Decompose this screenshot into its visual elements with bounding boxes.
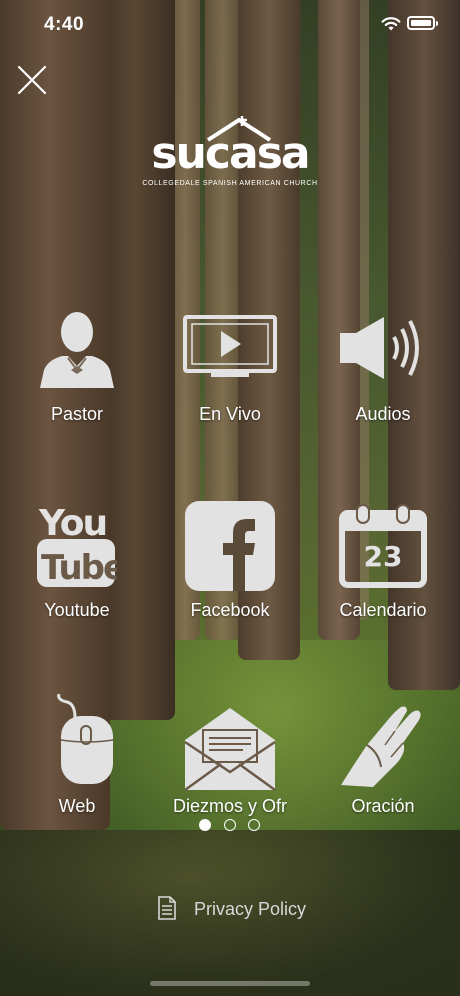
menu-item-label: Diezmos y Ofr bbox=[172, 796, 287, 816]
menu-item-youtube[interactable]: You Tube Youtube bbox=[2, 496, 152, 626]
facebook-icon bbox=[184, 500, 276, 592]
logo-wordmark: sucasa bbox=[151, 128, 310, 179]
menu-item-label: Facebook bbox=[190, 600, 270, 620]
calendar-icon: 23 bbox=[338, 500, 428, 590]
home-indicator[interactable] bbox=[150, 981, 310, 986]
document-icon bbox=[158, 896, 176, 920]
menu-item-label: Oración bbox=[351, 796, 415, 816]
praying-hands-icon bbox=[336, 700, 430, 792]
page-dot[interactable] bbox=[248, 819, 260, 831]
calendar-day-number: 23 bbox=[363, 540, 403, 573]
wifi-icon bbox=[381, 17, 401, 31]
envelope-icon bbox=[183, 700, 277, 792]
menu-item-en-vivo[interactable]: En Vivo bbox=[155, 300, 305, 430]
church-logo: sucasa COLLEGEDALE SPANISH AMERICAN CHUR… bbox=[130, 110, 330, 190]
privacy-policy-label: Privacy Policy bbox=[194, 899, 307, 919]
svg-text:Tube: Tube bbox=[41, 548, 117, 588]
pastor-icon bbox=[37, 308, 117, 388]
menu-item-audios[interactable]: Audios bbox=[308, 300, 458, 430]
menu-item-calendario[interactable]: 23 Calendario bbox=[308, 496, 458, 626]
speaker-icon bbox=[336, 308, 430, 388]
menu-item-web[interactable]: Web bbox=[2, 692, 152, 822]
menu-item-oracion[interactable]: Oración bbox=[308, 692, 458, 822]
page-dot-active[interactable] bbox=[199, 819, 211, 831]
youtube-icon: You Tube bbox=[37, 503, 117, 588]
menu-item-label: Web bbox=[58, 796, 96, 816]
menu-item-label: En Vivo bbox=[199, 404, 261, 424]
menu-item-label: Youtube bbox=[44, 600, 110, 620]
status-bar: 4:40 bbox=[0, 0, 460, 50]
page-dot[interactable] bbox=[224, 819, 236, 831]
menu-item-label: Audios bbox=[355, 404, 411, 424]
menu-item-pastor[interactable]: Pastor bbox=[2, 300, 152, 430]
menu-item-diezmos[interactable]: Diezmos y Ofr bbox=[155, 692, 305, 822]
close-icon[interactable] bbox=[16, 64, 48, 96]
logo-subtitle: COLLEGEDALE SPANISH AMERICAN CHURCH bbox=[142, 180, 318, 187]
status-time: 4:40 bbox=[44, 14, 85, 35]
app-screen: 4:40 sucasa COLLEGEDALE SPANISH AMERICAN… bbox=[0, 0, 460, 996]
page-indicator[interactable] bbox=[197, 819, 265, 833]
menu-item-label: Pastor bbox=[50, 404, 104, 424]
menu-item-label: Calendario bbox=[339, 600, 427, 620]
svg-text:You: You bbox=[38, 503, 106, 544]
menu-item-facebook[interactable]: Facebook bbox=[155, 496, 305, 626]
mouse-icon bbox=[37, 694, 117, 784]
tv-play-icon bbox=[183, 308, 277, 388]
battery-icon bbox=[407, 16, 438, 30]
